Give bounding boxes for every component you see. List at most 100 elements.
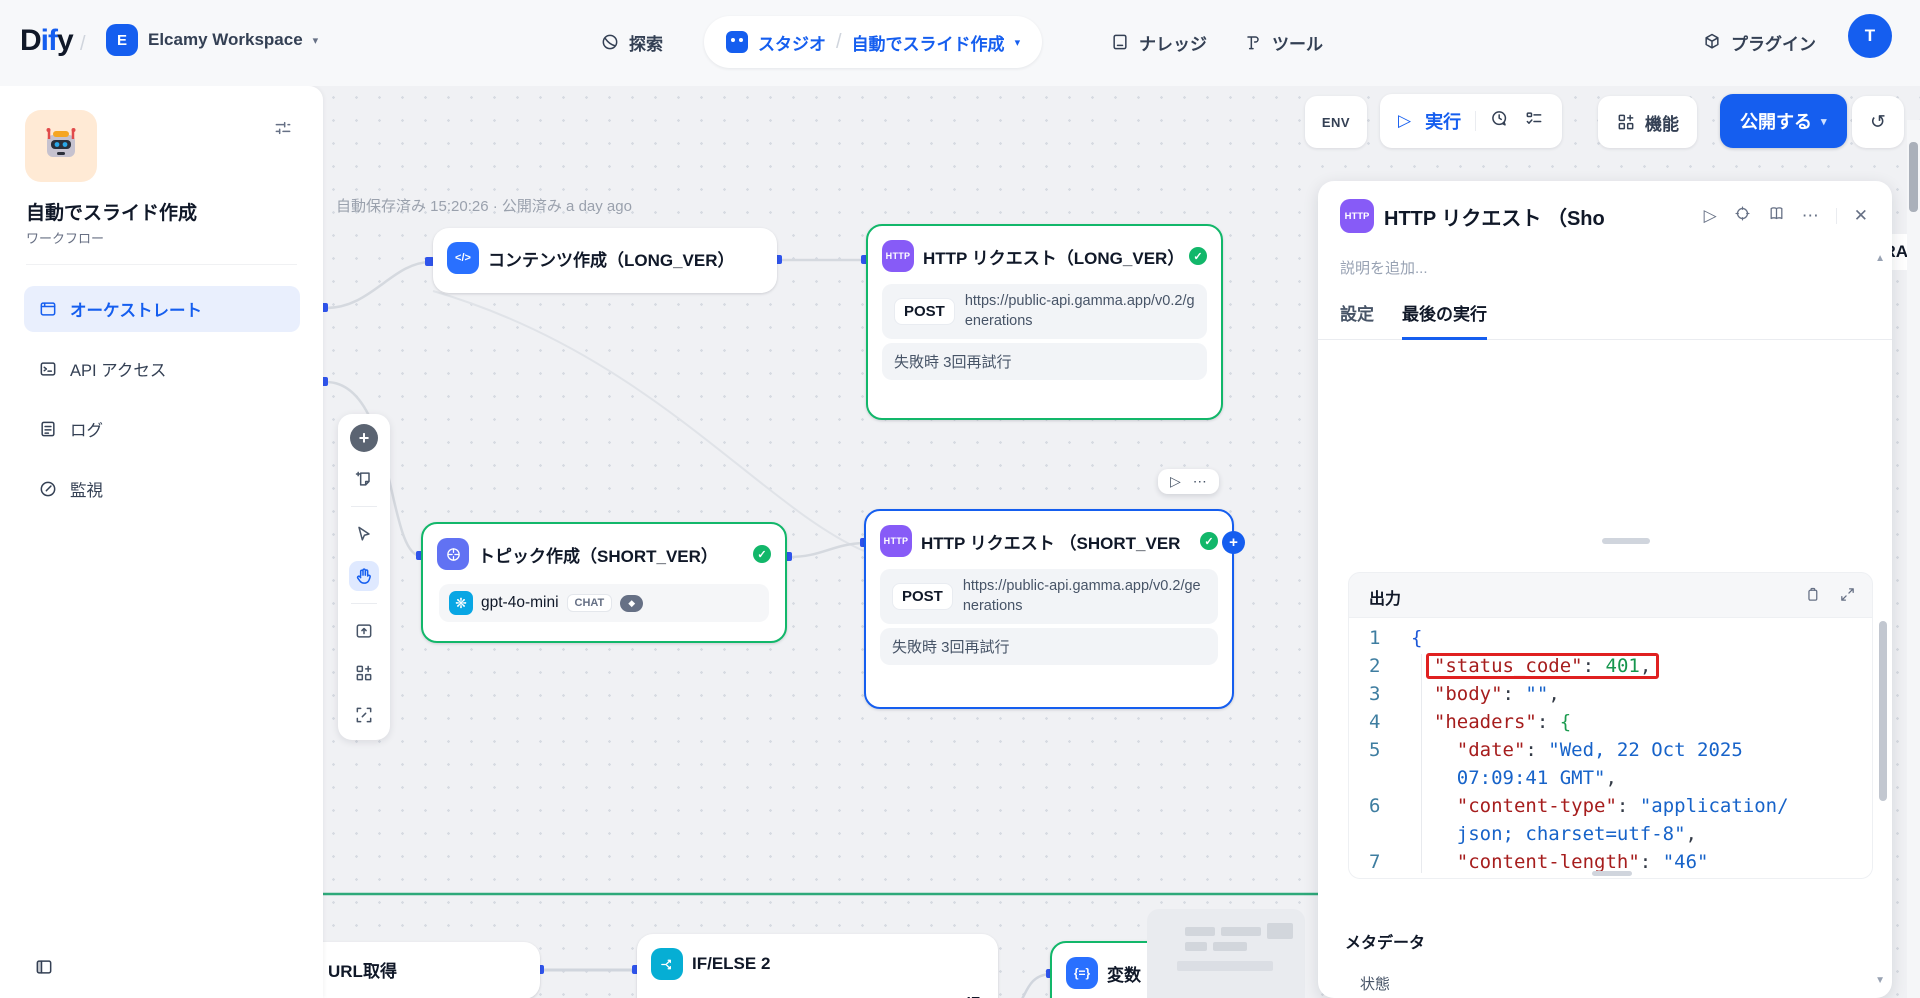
model-config: ❋ gpt-4o-mini CHAT ◆ [439, 584, 769, 622]
retry-config: 失敗時 3回再試行 [880, 628, 1218, 665]
hand-tool-button[interactable] [349, 561, 379, 591]
model-mode-badge: CHAT [567, 594, 613, 612]
code-line: 5 "date": "Wed, 22 Oct 2025 [1349, 736, 1872, 764]
code-line: 3 "body": "", [1349, 680, 1872, 708]
env-button[interactable]: ENV [1305, 96, 1367, 148]
close-panel-icon[interactable]: ✕ [1854, 206, 1868, 226]
run-history-icon[interactable] [1490, 109, 1510, 134]
code-line: 4 "headers": { [1349, 708, 1872, 736]
canvas-tool-palette: + [338, 414, 390, 740]
nav-studio-breadcrumb[interactable]: スタジオ / 自動でスライド作成 ▾ [704, 16, 1042, 68]
play-icon[interactable]: ▷ [1170, 473, 1181, 490]
more-icon[interactable]: ⋯ [1193, 473, 1207, 490]
node-title: HTTP リクエスト （SHORT_VER [921, 529, 1191, 554]
indent-guide [1421, 654, 1422, 873]
code-line: json; charset=utf-8", [1349, 820, 1872, 848]
copy-icon[interactable] [1804, 586, 1821, 608]
workspace-selector[interactable]: E Elcamy Workspace ▾ [106, 24, 318, 56]
output-code-viewer[interactable]: 1{2 "status_code": 401,3 "body": "",4 "h… [1349, 617, 1872, 879]
node-http-short[interactable]: HTTP HTTP リクエスト （SHORT_VER ✓ POST https:… [864, 509, 1234, 709]
add-next-node-button[interactable]: + [1222, 531, 1245, 554]
http-method-badge: POST [894, 298, 955, 325]
dify-workflow-app: 自動保存済み 15:20:26 · 公開済み a day ago </> コンテ… [0, 0, 1920, 998]
nav-studio[interactable]: スタジオ [758, 30, 826, 55]
node-http-long[interactable]: HTTP HTTP リクエスト（LONG_VER） ✓ POST https:/… [866, 224, 1223, 420]
code-line: 07:09:41 GMT", [1349, 764, 1872, 792]
divider [1475, 111, 1476, 131]
status-label: 状態 [1360, 973, 1390, 994]
http-request-summary: POST https://public-api.gamma.app/v0.2/g… [882, 284, 1207, 339]
workspace-name: Elcamy Workspace [148, 30, 303, 50]
code-line: 2 "status_code": 401, [1349, 652, 1872, 680]
description-placeholder[interactable]: 説明を追加... [1318, 239, 1892, 282]
node-content-long[interactable]: </> コンテンツ作成（LONG_VER） [433, 228, 777, 293]
nav-plugins[interactable]: プラグイン [1702, 22, 1816, 62]
run-button[interactable]: 実行 [1425, 108, 1461, 134]
output-section: 出力 1{2 "status_code": 401,3 "body": "",4… [1348, 572, 1873, 879]
run-node-icon[interactable]: ▷ [1704, 206, 1717, 226]
run-play-icon[interactable]: ▷ [1398, 111, 1411, 131]
organize-blocks-button[interactable] [349, 658, 379, 688]
locate-node-icon[interactable] [1734, 205, 1751, 227]
docs-icon[interactable] [1768, 205, 1785, 227]
app-icon[interactable] [25, 110, 97, 182]
viewport-preview[interactable] [1147, 909, 1305, 998]
features-button[interactable]: 機能 [1598, 96, 1697, 148]
nav-explore[interactable]: 探索 [600, 22, 663, 62]
collapse-sidebar-icon[interactable] [34, 957, 54, 982]
nav-tools[interactable]: ツール [1243, 22, 1323, 62]
import-dsl-button[interactable] [349, 616, 379, 646]
current-app-name[interactable]: 自動でスライド作成 [852, 30, 1005, 55]
openai-icon: ❋ [449, 591, 473, 615]
code-line: 6 "content-type": "application/ [1349, 792, 1872, 820]
ifelse-icon [651, 948, 683, 980]
scroll-up-icon[interactable]: ▲ [1875, 253, 1885, 264]
checklist-icon[interactable] [1524, 109, 1544, 134]
node-topic-short[interactable]: トピック作成（SHORT_VER） ✓ ❋ gpt-4o-mini CHAT ◆ [421, 522, 787, 643]
sidebar-item-orchestrate[interactable]: オーケストレート [24, 286, 300, 332]
tab-settings[interactable]: 設定 [1340, 300, 1374, 339]
add-node-button[interactable]: + [350, 424, 378, 452]
success-check-icon: ✓ [1200, 532, 1218, 550]
more-icon[interactable]: ⋯ [1802, 206, 1819, 226]
success-check-icon: ✓ [1189, 247, 1207, 265]
user-avatar[interactable]: T [1848, 14, 1892, 58]
tab-last-run[interactable]: 最後の実行 [1402, 300, 1487, 340]
fit-view-button[interactable] [349, 700, 379, 730]
resize-handle[interactable] [1602, 538, 1650, 544]
publish-button[interactable]: 公開する▾ [1720, 94, 1847, 148]
node-title: コンテンツ作成（LONG_VER） [488, 246, 735, 271]
divider [1836, 208, 1837, 224]
resize-handle[interactable] [1592, 871, 1632, 876]
node-title: HTTP リクエスト（LONG_VER） [923, 244, 1180, 269]
sidebar-item-api-access[interactable]: API アクセス [24, 346, 300, 392]
http-method-badge: POST [892, 583, 953, 610]
add-note-button[interactable] [349, 464, 379, 494]
expand-icon[interactable] [1839, 586, 1856, 608]
chevron-down-icon: ▾ [1015, 36, 1021, 49]
node-hover-toolbar[interactable]: ▷ ⋯ [1158, 469, 1219, 494]
model-name: gpt-4o-mini [481, 594, 559, 612]
dify-logo[interactable]: Dify / [20, 24, 85, 58]
panel-title[interactable]: HTTP リクエスト （Sho [1384, 202, 1694, 231]
http-icon: HTTP [880, 525, 912, 557]
sidebar-item-label: API アクセス [70, 357, 166, 381]
node-ifelse[interactable]: IF/ELSE 2 CASE 1 IF </ [637, 934, 998, 998]
app-settings-icon[interactable] [273, 118, 293, 143]
output-title: 出力 [1369, 585, 1804, 609]
branch-label: IF [967, 994, 980, 998]
sidebar-item-monitoring[interactable]: 監視 [24, 466, 300, 512]
node-title: IF/ELSE 2 [692, 954, 770, 974]
panel-scrollbar[interactable]: ▲ ▼ [1878, 251, 1888, 988]
scroll-down-icon[interactable]: ▼ [1875, 975, 1885, 986]
divider [26, 264, 297, 265]
pointer-tool-button[interactable] [349, 519, 379, 549]
run-toolbar: ▷ 実行 [1380, 94, 1562, 148]
app-type-label: ワークフロー [26, 228, 104, 247]
sidebar-item-logs[interactable]: ログ [24, 406, 300, 452]
nav-knowledge[interactable]: ナレッジ [1110, 22, 1207, 62]
page-scrollbar[interactable] [1907, 120, 1920, 998]
node-title: トピック作成（SHORT_VER） [478, 542, 744, 567]
version-history-button[interactable]: ↺ [1852, 96, 1904, 148]
code-icon: </> [447, 242, 479, 274]
